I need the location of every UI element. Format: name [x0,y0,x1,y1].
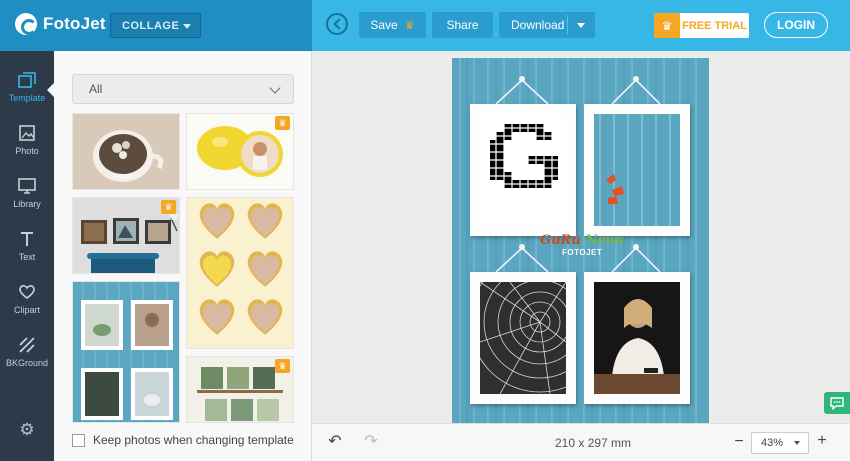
photo-frame[interactable] [584,104,690,236]
girl-photo-image [594,282,680,394]
download-caret-icon[interactable] [577,23,585,28]
premium-crown-icon: ♛ [275,116,290,130]
logo-icon [15,13,37,35]
template-thumbnail[interactable]: ♛ [72,197,180,274]
chat-button[interactable] [824,392,850,414]
mode-select-value: COLLAGE [122,19,180,32]
app-name: FotoJet [43,14,106,33]
mode-select[interactable]: COLLAGE [110,13,201,38]
filter-value: All [89,82,103,96]
header-left-bar: FotoJet COLLAGE [0,0,312,51]
tool-label: Library [13,199,41,209]
spider-web-image [469,251,611,395]
heart-icon [18,282,36,302]
crown-icon: ♛ [404,19,415,32]
tool-text[interactable]: Text [0,222,54,272]
top-header: FotoJet COLLAGE Save ♛ Share Download ♛ … [0,0,850,51]
template-thumbnail[interactable] [72,281,180,423]
watermark-part1: GuRu [540,233,581,248]
share-label: Share [446,18,479,32]
watermark-text: GuRu News [540,233,624,248]
template-panel: All ♛ ♛ ♛ Keep photos when changing temp… [54,51,312,461]
text-icon [19,229,35,249]
template-thumbnail[interactable] [186,197,294,349]
background-icon [19,335,35,355]
login-label: LOGIN [777,18,815,32]
back-button[interactable] [326,13,348,35]
undo-icon[interactable]: ↶ [325,433,345,451]
pixel-g-image [490,124,558,188]
share-button[interactable]: Share [432,12,493,38]
photo-icon [19,123,35,143]
tool-clipart[interactable]: Clipart [0,275,54,325]
tool-library[interactable]: Library [0,169,54,219]
template-icon [18,70,36,90]
watermark-part2: News [585,233,625,248]
canvas-footer: ↶ ↷ 210 x 297 mm − 43% + [312,423,850,461]
tool-label: BKGround [5,358,49,368]
zoom-value: 43% [761,437,784,449]
tool-label: Text [18,252,36,262]
caret-down-icon [794,441,800,445]
download-button[interactable]: Download [499,12,595,38]
download-label: Download [511,18,565,32]
premium-crown-icon: ♛ [161,200,176,214]
photo-frame[interactable] [470,104,576,236]
photo-frame[interactable] [584,272,690,404]
crown-icon: ♛ [654,13,680,38]
template-thumbnail[interactable]: ♛ [186,113,294,190]
zoom-select[interactable]: 43% [751,432,809,454]
keep-photos-checkbox[interactable]: Keep photos when changing template [72,433,294,447]
zoom-out-icon[interactable]: − [732,433,746,451]
tool-label: Template [8,93,46,103]
tool-label: Clipart [13,305,40,315]
photo-frame[interactable] [469,251,611,404]
login-button[interactable]: LOGIN [764,12,828,38]
tool-bkground[interactable]: BKGround [0,328,54,378]
template-thumbnail[interactable]: ♛ [186,356,294,423]
free-trial-label: FREE TRIAL [682,19,747,32]
zoom-in-icon[interactable]: + [815,432,829,450]
template-filter-select[interactable]: All [72,74,294,104]
tool-template[interactable]: Template [0,63,54,113]
caret-down-icon [183,24,191,29]
premium-crown-icon: ♛ [275,359,290,373]
template-thumbnail[interactable] [72,113,180,190]
watermark-subtext: FOTOJET [562,248,603,257]
chevron-down-icon [269,82,281,94]
page-size: 210 x 297 mm [555,436,632,450]
redo-icon[interactable]: ↷ [361,433,381,451]
chat-icon [830,396,844,410]
tool-photo[interactable]: Photo [0,116,54,166]
download-divider [567,15,568,35]
keep-photos-label: Keep photos when changing template [93,433,294,447]
free-trial-button[interactable]: ♛ FREE TRIAL [654,13,749,38]
fotojet-logo[interactable]: FotoJet [15,13,106,35]
left-toolbar: Template Photo Library Text Clipart BKGr… [0,51,54,461]
save-label: Save [370,18,398,32]
tool-label: Photo [15,146,39,156]
checkbox-box[interactable] [72,433,85,447]
library-icon [18,176,36,196]
gear-icon[interactable]: ⚙ [18,421,36,439]
save-button[interactable]: Save ♛ [359,12,426,38]
